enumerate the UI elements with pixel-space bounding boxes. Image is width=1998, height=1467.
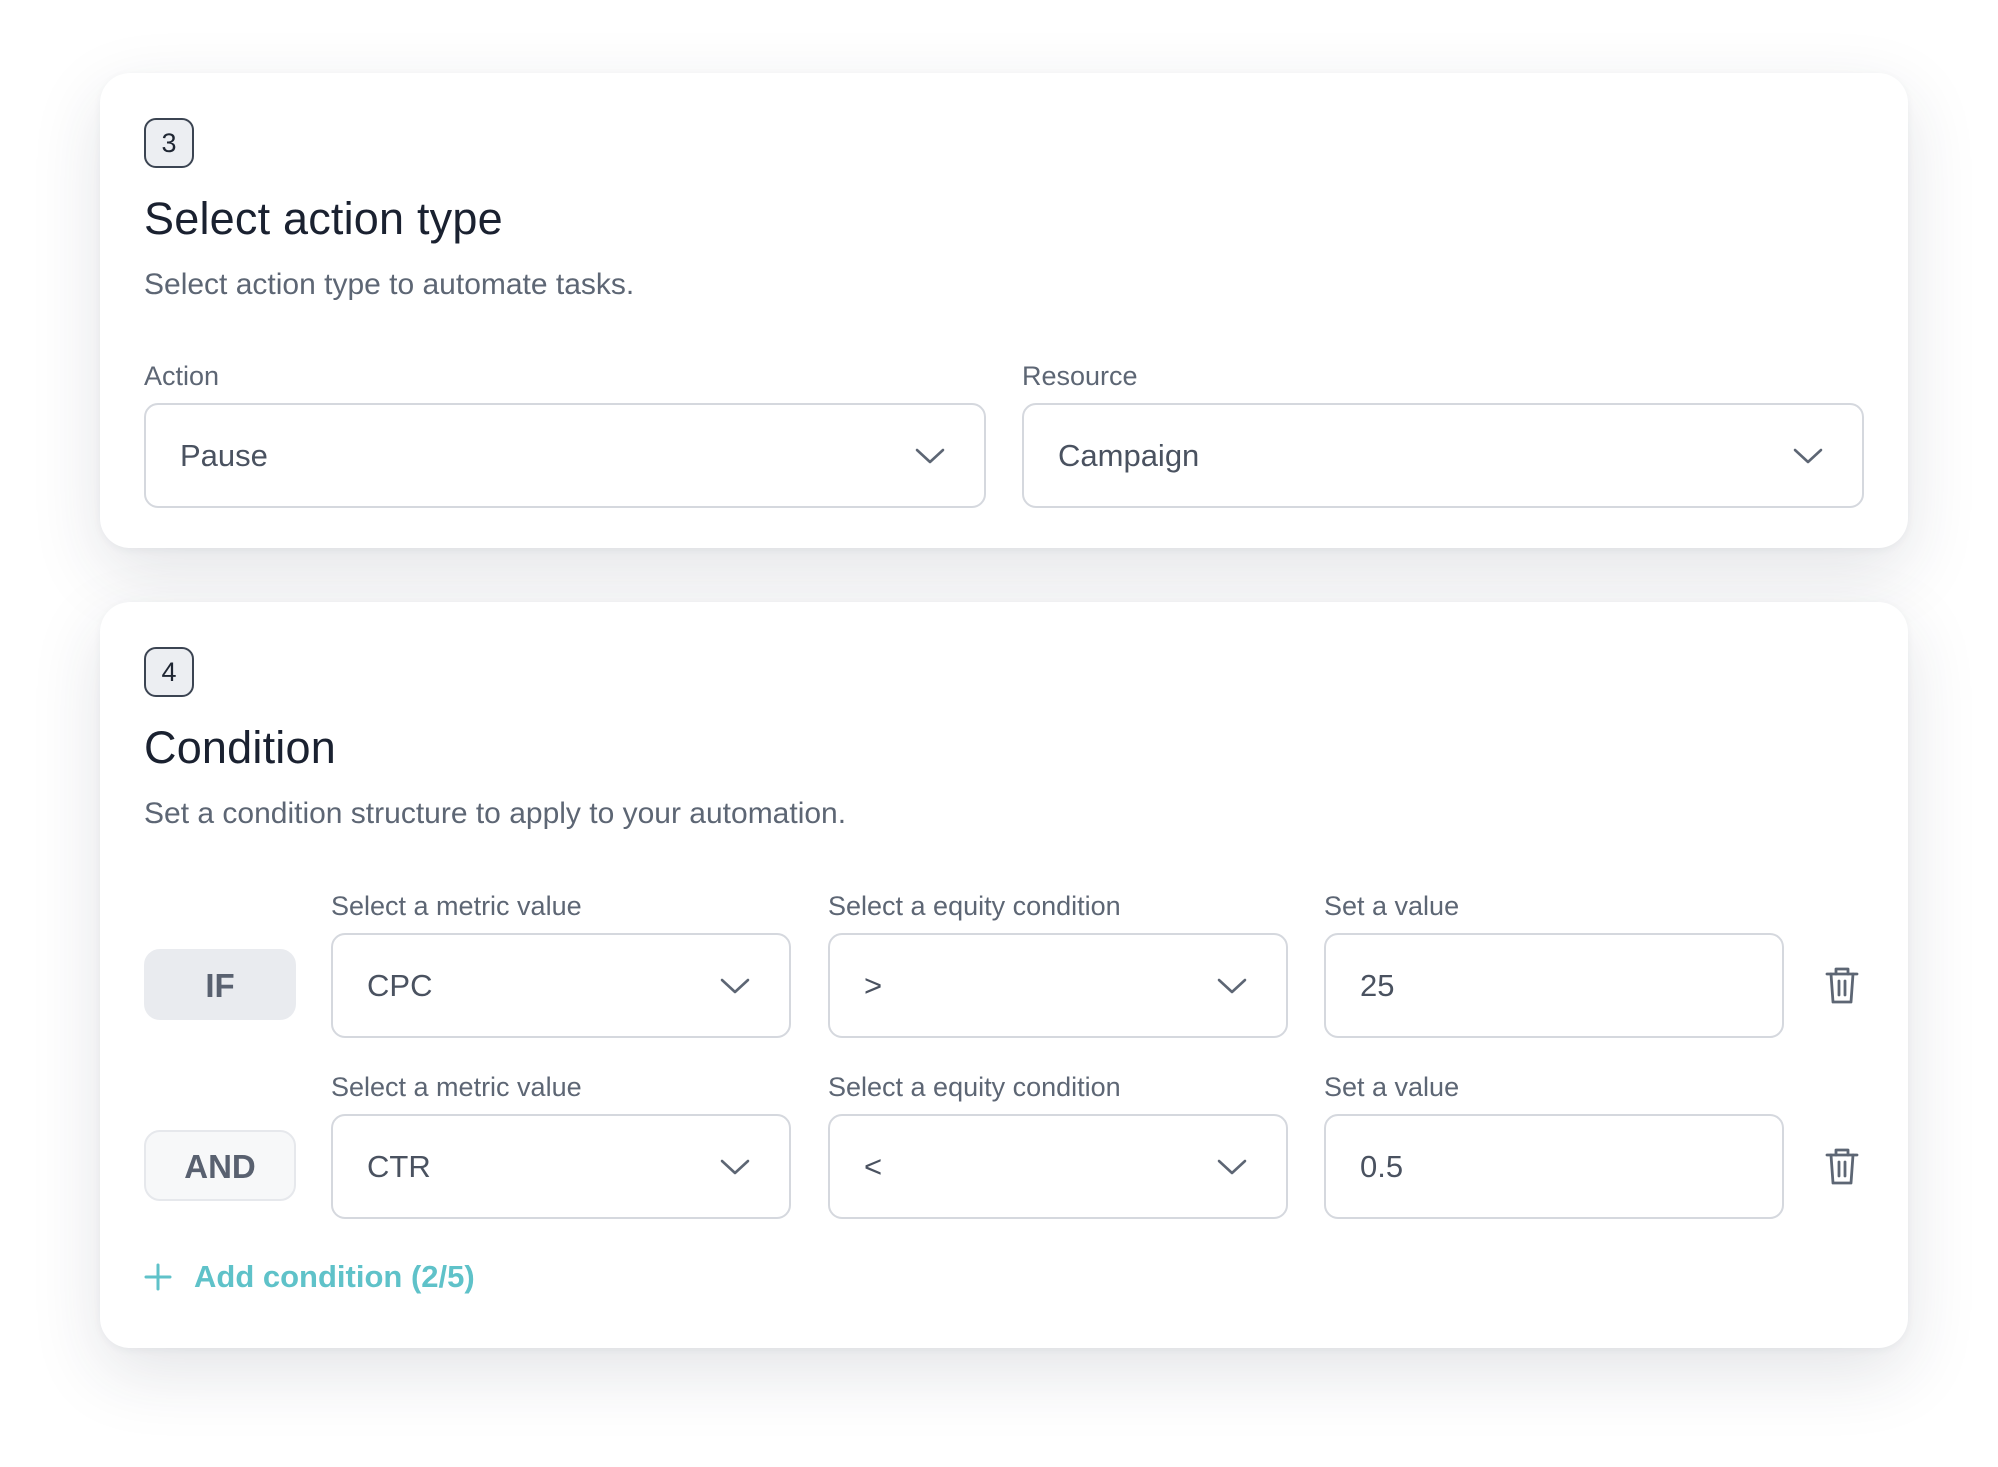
resource-select-value: Campaign <box>1058 437 1200 473</box>
logic-operator-if[interactable]: IF <box>144 949 296 1020</box>
resource-label: Resource <box>1022 361 1138 391</box>
action-select-value: Pause <box>180 437 268 473</box>
metric-select-value: CPC <box>367 967 433 1003</box>
chevron-down-icon <box>720 978 750 993</box>
value-input-text: 0.5 <box>1360 1148 1404 1184</box>
action-label: Action <box>144 361 220 391</box>
step-number-badge: 3 <box>144 118 194 168</box>
value-input-text: 25 <box>1360 967 1395 1003</box>
chevron-down-icon <box>1217 1159 1247 1174</box>
plus-icon <box>144 1263 172 1291</box>
equity-select[interactable]: < <box>828 1114 1288 1219</box>
metric-label: Select a metric value <box>331 891 582 921</box>
metric-select-value: CTR <box>367 1148 431 1184</box>
equity-select[interactable]: > <box>828 933 1288 1038</box>
condition-card: 4 Condition Set a condition structure to… <box>100 602 1908 1348</box>
metric-select[interactable]: CPC <box>331 933 791 1038</box>
chevron-down-icon <box>1793 448 1823 463</box>
card-title: Select action type <box>144 193 503 244</box>
value-input[interactable]: 25 <box>1324 933 1784 1038</box>
card-subtitle: Set a condition structure to apply to yo… <box>144 797 847 830</box>
equity-select-value: > <box>864 967 883 1003</box>
action-type-card: 3 Select action type Select action type … <box>100 73 1908 548</box>
equity-label: Select a equity condition <box>828 891 1121 921</box>
chevron-down-icon <box>915 448 945 463</box>
add-condition-button[interactable]: Add condition (2/5) <box>144 1257 475 1297</box>
value-label: Set a value <box>1324 1072 1460 1102</box>
chevron-down-icon <box>720 1159 750 1174</box>
resource-select[interactable]: Campaign <box>1022 403 1864 508</box>
chevron-down-icon <box>1217 978 1247 993</box>
trash-icon[interactable] <box>1824 1146 1860 1186</box>
metric-select[interactable]: CTR <box>331 1114 791 1219</box>
card-title: Condition <box>144 722 336 773</box>
action-select[interactable]: Pause <box>144 403 986 508</box>
value-label: Set a value <box>1324 891 1460 921</box>
value-input[interactable]: 0.5 <box>1324 1114 1784 1219</box>
equity-label: Select a equity condition <box>828 1072 1121 1102</box>
trash-icon[interactable] <box>1824 965 1860 1005</box>
step-number-badge: 4 <box>144 647 194 697</box>
add-condition-label: Add condition (2/5) <box>194 1259 475 1294</box>
logic-operator-and[interactable]: AND <box>144 1130 296 1201</box>
card-subtitle: Select action type to automate tasks. <box>144 268 635 301</box>
equity-select-value: < <box>864 1148 883 1184</box>
metric-label: Select a metric value <box>331 1072 582 1102</box>
